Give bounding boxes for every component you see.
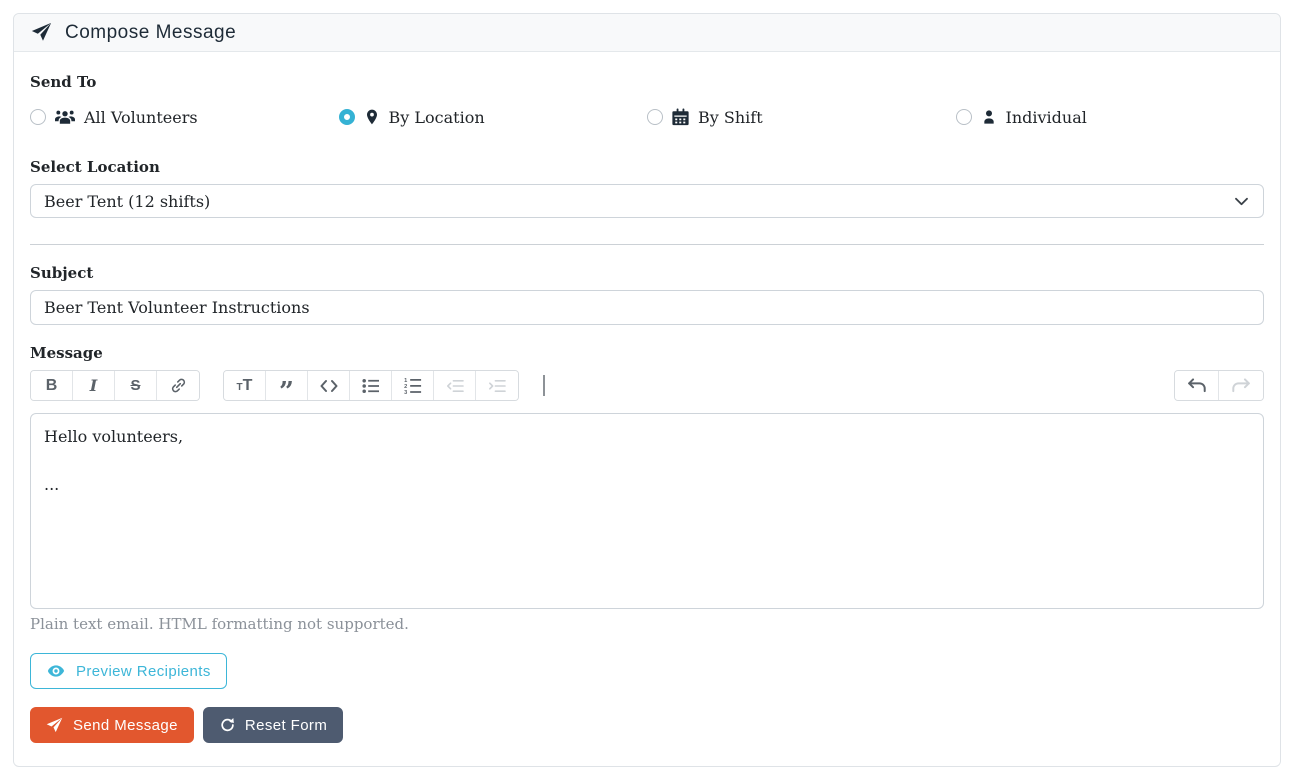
link-button[interactable]: [157, 371, 199, 400]
heading-button[interactable]: TT: [224, 371, 266, 400]
radio-label: By Shift: [698, 108, 763, 127]
users-icon: [55, 110, 75, 125]
card-body: Send To All Volunteers: [14, 52, 1280, 759]
redo-refresh-icon: [219, 717, 235, 733]
toolbar-separator: [543, 375, 545, 396]
radio-option-all-volunteers[interactable]: All Volunteers: [30, 107, 339, 127]
subject-input[interactable]: [30, 290, 1264, 325]
actions-row: Send Message Reset Form: [30, 707, 1264, 743]
chevron-down-icon: [1235, 197, 1248, 206]
compose-message-card: Compose Message Send To All Volunteers: [13, 13, 1281, 767]
svg-text:3: 3: [404, 390, 407, 394]
message-editor[interactable]: Hello volunteers, ...: [30, 413, 1264, 609]
reset-form-label: Reset Form: [245, 717, 327, 734]
send-to-radio-group: All Volunteers By Location: [30, 107, 1264, 127]
code-icon: [320, 379, 338, 393]
blockquote-button[interactable]: ”: [266, 371, 308, 400]
toolbar-history-group: [1174, 370, 1264, 401]
calendar-icon: [672, 108, 689, 126]
toolbar-block-group: TT ”: [223, 370, 519, 401]
card-header: Compose Message: [14, 14, 1280, 52]
italic-button[interactable]: I: [73, 371, 115, 400]
svg-text:2: 2: [404, 384, 407, 390]
editor-toolbar: B I S: [30, 370, 1264, 401]
paper-plane-icon: [46, 717, 63, 734]
send-to-label: Send To: [30, 74, 1264, 91]
bold-icon: B: [46, 377, 58, 395]
bullet-list-icon: [362, 378, 380, 394]
person-icon: [981, 108, 997, 126]
ordered-list-button[interactable]: 1 2 3: [392, 371, 434, 400]
radio-label: By Location: [389, 108, 485, 127]
radio-individual[interactable]: [956, 109, 972, 125]
radio-option-by-location[interactable]: By Location: [339, 107, 648, 127]
radio-label: Individual: [1006, 108, 1087, 127]
radio-by-shift[interactable]: [647, 109, 663, 125]
preview-recipients-label: Preview Recipients: [76, 663, 211, 680]
paper-plane-icon: [31, 22, 52, 43]
preview-recipients-button[interactable]: Preview Recipients: [30, 653, 227, 689]
strikethrough-icon: S: [130, 377, 140, 394]
reset-form-button[interactable]: Reset Form: [203, 707, 343, 743]
blockquote-icon: ”: [279, 376, 294, 396]
strikethrough-button[interactable]: S: [115, 371, 157, 400]
ordered-list-icon: 1 2 3: [404, 377, 422, 394]
redo-icon: [1232, 378, 1251, 393]
svg-text:1: 1: [404, 378, 407, 384]
location-select-value: Beer Tent (12 shifts): [44, 192, 210, 211]
location-select[interactable]: Beer Tent (12 shifts): [30, 184, 1264, 218]
radio-option-by-shift[interactable]: By Shift: [647, 107, 956, 127]
redo-button[interactable]: [1219, 371, 1263, 400]
subject-label: Subject: [30, 265, 1264, 282]
indent-button[interactable]: [476, 371, 518, 400]
radio-by-location[interactable]: [339, 109, 355, 125]
send-message-button[interactable]: Send Message: [30, 707, 194, 743]
undo-button[interactable]: [1175, 371, 1219, 400]
radio-label: All Volunteers: [84, 108, 198, 127]
eye-icon: [46, 662, 66, 680]
outdent-button[interactable]: [434, 371, 476, 400]
undo-icon: [1187, 378, 1206, 393]
bullet-list-button[interactable]: [350, 371, 392, 400]
bold-button[interactable]: B: [31, 371, 73, 400]
outdent-icon: [446, 378, 464, 394]
heading-icon: TT: [237, 377, 253, 395]
code-button[interactable]: [308, 371, 350, 400]
toolbar-format-group: B I S: [30, 370, 200, 401]
location-pin-icon: [364, 107, 380, 127]
send-message-label: Send Message: [73, 717, 178, 734]
link-icon: [170, 377, 187, 394]
message-label: Message: [30, 345, 1264, 362]
radio-option-individual[interactable]: Individual: [956, 107, 1265, 127]
indent-icon: [488, 378, 506, 394]
radio-all-volunteers[interactable]: [30, 109, 46, 125]
page-title: Compose Message: [65, 22, 236, 44]
message-helper-text: Plain text email. HTML formatting not su…: [30, 615, 1264, 633]
select-location-label: Select Location: [30, 159, 1264, 176]
italic-icon: I: [90, 376, 97, 395]
section-divider: [30, 244, 1264, 245]
